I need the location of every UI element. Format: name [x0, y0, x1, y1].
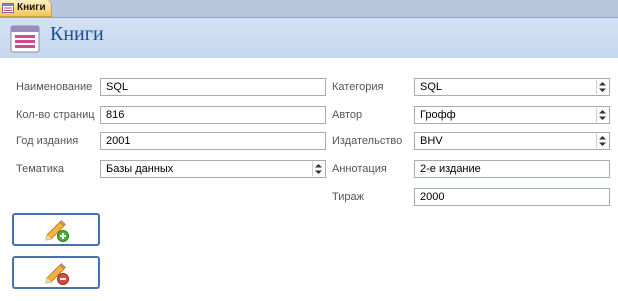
pages-field[interactable]: 816	[100, 106, 326, 124]
publisher-select[interactable]: BHV	[414, 132, 610, 150]
topic-label: Тематика	[16, 163, 65, 175]
year-label: Год издания	[16, 135, 79, 147]
spinner-arrows-icon	[599, 110, 606, 120]
spinner-arrows-icon	[599, 136, 606, 146]
form-icon	[2, 3, 14, 13]
author-select[interactable]: Грофф	[414, 106, 610, 124]
spinner-arrows-icon	[599, 82, 606, 92]
category-label: Категория	[332, 81, 384, 93]
publisher-dropdown-button[interactable]	[596, 134, 608, 148]
form-header: Книги	[0, 18, 618, 58]
topic-value: Базы данных	[106, 163, 174, 175]
circulation-label: Тираж	[332, 191, 364, 203]
pencil-plus-icon	[45, 220, 69, 242]
topic-dropdown-button[interactable]	[312, 162, 324, 176]
pencil-minus-icon	[45, 263, 69, 285]
author-label: Автор	[332, 109, 363, 121]
form-icon	[10, 25, 40, 53]
annotation-label: Аннотация	[332, 163, 387, 175]
author-value: Грофф	[420, 109, 456, 121]
pages-label: Кол-во страниц	[16, 109, 95, 121]
page-title: Книги	[50, 23, 104, 45]
topic-select[interactable]: Базы данных	[100, 160, 326, 178]
publisher-value: BHV	[420, 135, 443, 147]
category-dropdown-button[interactable]	[596, 80, 608, 94]
author-dropdown-button[interactable]	[596, 108, 608, 122]
name-label: Наименование	[16, 81, 93, 93]
tab-books[interactable]: Книги	[0, 0, 52, 17]
circulation-field[interactable]: 2000	[414, 188, 610, 206]
category-value: SQL	[420, 81, 443, 93]
publisher-label: Издательство	[332, 135, 403, 147]
tab-bar: Книги	[0, 0, 618, 18]
name-field[interactable]: SQL	[100, 78, 326, 96]
year-field[interactable]: 2001	[100, 132, 326, 150]
spinner-arrows-icon	[315, 164, 322, 174]
category-select[interactable]: SQL	[414, 78, 610, 96]
tab-label: Книги	[17, 2, 46, 13]
add-record-button[interactable]	[12, 213, 100, 246]
annotation-field[interactable]: 2-е издание	[414, 160, 610, 178]
delete-record-button[interactable]	[12, 256, 100, 289]
